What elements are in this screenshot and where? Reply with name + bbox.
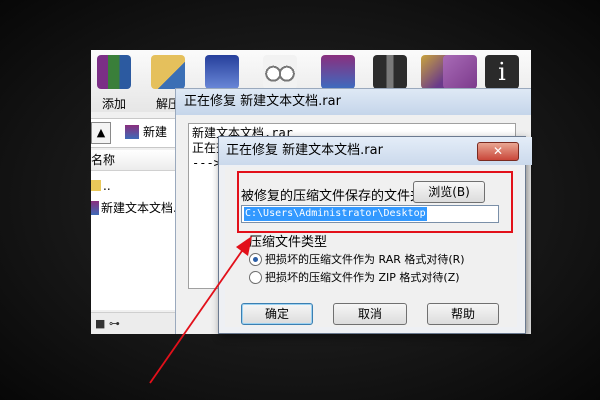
arrow-line [149, 247, 245, 384]
arrow-head [236, 236, 252, 256]
annotation-arrow [149, 236, 252, 384]
